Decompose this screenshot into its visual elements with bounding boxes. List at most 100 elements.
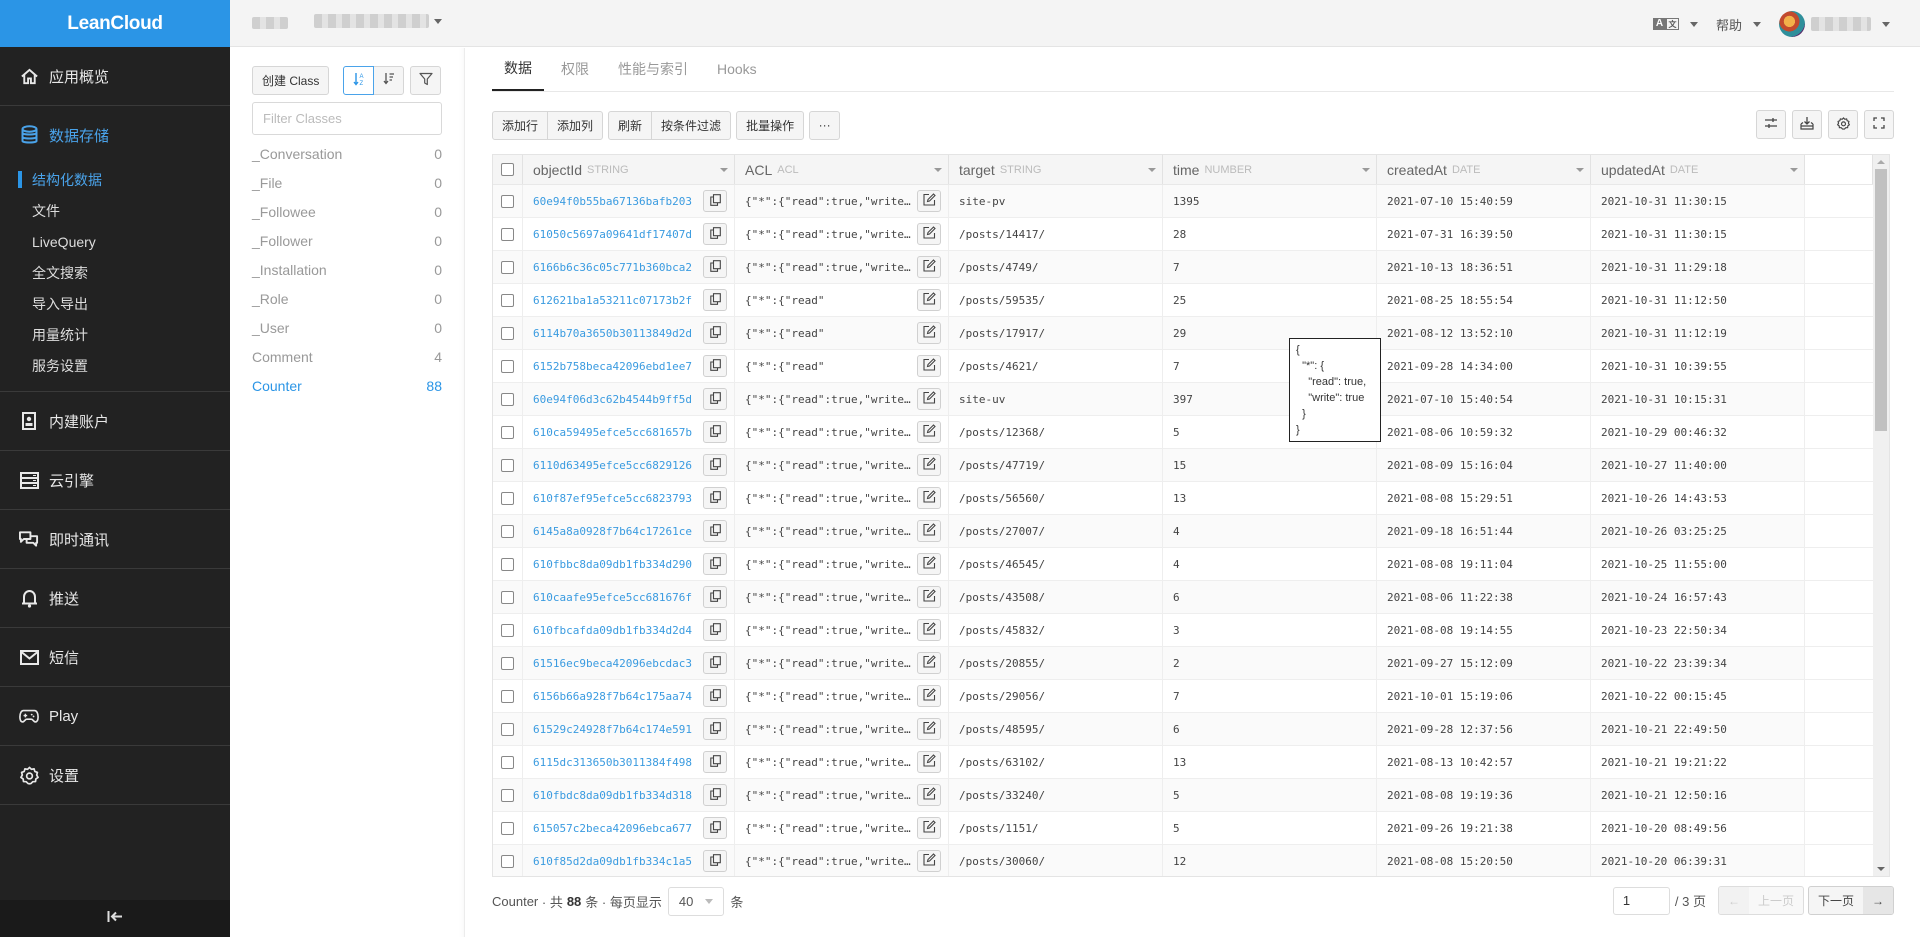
time-cell[interactable]: 13 — [1163, 746, 1377, 778]
target-cell[interactable]: /posts/14417/ — [949, 218, 1163, 250]
row-checkbox[interactable] — [501, 326, 514, 340]
column-settings-button[interactable] — [1756, 110, 1786, 139]
copy-button[interactable] — [703, 190, 727, 212]
scroll-down-icon[interactable] — [1877, 867, 1885, 871]
column-menu-icon[interactable] — [1790, 168, 1798, 172]
time-cell[interactable]: 25 — [1163, 284, 1377, 316]
edit-acl-button[interactable] — [917, 817, 941, 839]
time-cell[interactable]: 12 — [1163, 845, 1377, 876]
target-cell[interactable]: /posts/46545/ — [949, 548, 1163, 580]
target-cell[interactable]: /posts/29056/ — [949, 680, 1163, 712]
column-header-time[interactable]: time NUMBER — [1163, 155, 1377, 184]
edit-acl-button[interactable] — [917, 454, 941, 476]
page-number-input[interactable] — [1612, 886, 1670, 915]
column-menu-icon[interactable] — [1148, 168, 1156, 172]
edit-acl-button[interactable] — [917, 652, 941, 674]
nav-collapse-button[interactable] — [0, 900, 230, 937]
column-menu-icon[interactable] — [720, 168, 728, 172]
copy-button[interactable] — [703, 487, 727, 509]
row-checkbox[interactable] — [501, 557, 514, 571]
grid-vertical-scrollbar[interactable] — [1873, 155, 1889, 876]
target-cell[interactable]: /posts/47719/ — [949, 449, 1163, 481]
user-menu[interactable] — [1779, 11, 1890, 37]
acl-cell[interactable]: {"*":{"read":true,"write"… — [735, 185, 949, 217]
class-item[interactable]: _Followee 0 — [252, 197, 442, 226]
copy-button[interactable] — [703, 751, 727, 773]
target-cell[interactable]: /posts/45832/ — [949, 614, 1163, 646]
time-cell[interactable]: 3 — [1163, 614, 1377, 646]
copy-button[interactable] — [703, 355, 727, 377]
copy-button[interactable] — [703, 817, 727, 839]
edit-acl-button[interactable] — [917, 487, 941, 509]
row-checkbox[interactable] — [501, 458, 514, 472]
target-cell[interactable]: /posts/48595/ — [949, 713, 1163, 745]
target-cell[interactable]: /posts/63102/ — [949, 746, 1163, 778]
tab-permissions[interactable]: 权限 — [549, 47, 601, 91]
copy-button[interactable] — [703, 553, 727, 575]
nav-sub-item-usage-stats[interactable]: 用量统计 — [0, 319, 230, 350]
page-size-select[interactable]: 40 — [667, 886, 725, 916]
class-item[interactable]: _File 0 — [252, 168, 442, 197]
target-cell[interactable]: /posts/4749/ — [949, 251, 1163, 283]
acl-cell[interactable]: {"*":{"read":true,"write"… — [735, 812, 949, 844]
target-cell[interactable]: site-uv — [949, 383, 1163, 415]
edit-acl-button[interactable] — [917, 388, 941, 410]
acl-cell[interactable]: {"*":{"read":true,"write"… — [735, 647, 949, 679]
nav-item-cloud-engine[interactable]: 云引擎 — [0, 451, 230, 509]
create-class-button[interactable]: 创建 Class — [252, 65, 330, 95]
objectid-link[interactable]: 60e94f06d3c62b4544b9ff5d — [533, 393, 692, 406]
objectid-link[interactable]: 612621ba1a53211c07173b2f — [533, 294, 692, 307]
next-page-button[interactable]: 下一页 → — [1807, 886, 1894, 915]
edit-acl-button[interactable] — [917, 256, 941, 278]
acl-cell[interactable]: {"*":{"read":true,"write"… — [735, 713, 949, 745]
nav-item-sms[interactable]: 短信 — [0, 628, 230, 686]
time-cell[interactable]: 7 — [1163, 680, 1377, 712]
target-cell[interactable]: /posts/56560/ — [949, 482, 1163, 514]
copy-button[interactable] — [703, 322, 727, 344]
nav-item-instant-messaging[interactable]: 即时通讯 — [0, 510, 230, 568]
target-cell[interactable]: /posts/20855/ — [949, 647, 1163, 679]
export-button[interactable] — [1792, 110, 1822, 139]
class-item[interactable]: _Follower 0 — [252, 226, 442, 255]
target-cell[interactable]: /posts/59535/ — [949, 284, 1163, 316]
objectid-link[interactable]: 6110d63495efce5cc6829126 — [533, 459, 692, 472]
column-menu-icon[interactable] — [1576, 168, 1584, 172]
copy-button[interactable] — [703, 619, 727, 641]
acl-cell[interactable]: {"*":{"read":true,"write"… — [735, 746, 949, 778]
copy-button[interactable] — [703, 784, 727, 806]
objectid-link[interactable]: 6152b758beca42096ebd1ee7 — [533, 360, 692, 373]
objectid-link[interactable]: 610f87ef95efce5cc6823793 — [533, 492, 692, 505]
tab-data[interactable]: 数据 — [492, 47, 544, 91]
edit-acl-button[interactable] — [917, 751, 941, 773]
column-menu-icon[interactable] — [934, 168, 942, 172]
row-checkbox[interactable] — [501, 425, 514, 439]
prev-page-button[interactable]: ← 上一页 — [1717, 886, 1804, 915]
add-column-button[interactable]: 添加列 — [547, 110, 604, 140]
target-cell[interactable]: site-pv — [949, 185, 1163, 217]
objectid-link[interactable]: 610caafe95efce5cc681676f — [533, 591, 692, 604]
target-cell[interactable]: /posts/30060/ — [949, 845, 1163, 876]
copy-button[interactable] — [703, 223, 727, 245]
target-cell[interactable]: /posts/27007/ — [949, 515, 1163, 547]
time-cell[interactable]: 6 — [1163, 713, 1377, 745]
copy-button[interactable] — [703, 586, 727, 608]
nav-item-builtin-accounts[interactable]: 内建账户 — [0, 392, 230, 450]
acl-cell[interactable]: {"*":{"read":true,"write"… — [735, 614, 949, 646]
copy-button[interactable] — [703, 289, 727, 311]
edit-acl-button[interactable] — [917, 619, 941, 641]
nav-item-play[interactable]: Play — [0, 687, 230, 745]
target-cell[interactable]: /posts/17917/ — [949, 317, 1163, 349]
edit-acl-button[interactable] — [917, 223, 941, 245]
objectid-link[interactable]: 6166b6c36c05c771b360bca2 — [533, 261, 692, 274]
objectid-link[interactable]: 615057c2beca42096ebca677 — [533, 822, 692, 835]
row-checkbox[interactable] — [501, 590, 514, 604]
row-checkbox[interactable] — [501, 491, 514, 505]
edit-acl-button[interactable] — [917, 685, 941, 707]
row-checkbox[interactable] — [501, 623, 514, 637]
language-menu[interactable]: A文 — [1652, 18, 1698, 30]
row-checkbox[interactable] — [501, 854, 514, 868]
copy-button[interactable] — [703, 718, 727, 740]
nav-item-push[interactable]: 推送 — [0, 569, 230, 627]
scrollbar-thumb[interactable] — [1875, 169, 1887, 431]
class-item[interactable]: Comment 4 — [252, 342, 442, 371]
